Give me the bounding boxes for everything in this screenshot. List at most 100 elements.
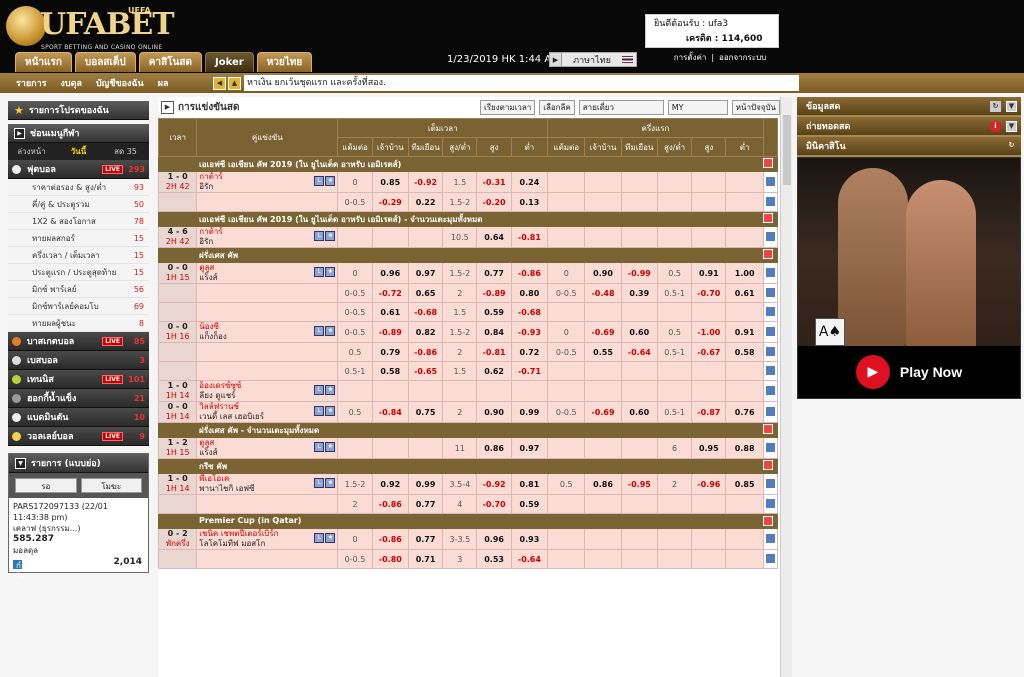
odds-cell[interactable]: -0.86: [407, 342, 444, 362]
nav-tab[interactable]: Joker: [205, 52, 254, 72]
odds-cell[interactable]: -0.96: [691, 473, 727, 495]
odds-cell[interactable]: 0.24: [510, 171, 549, 193]
odds-cell[interactable]: 0.82: [407, 321, 444, 343]
favorite-star-icon[interactable]: ★: [325, 442, 336, 452]
odds-cell[interactable]: -0.84: [371, 401, 409, 423]
sport-item[interactable]: แบดมินตัน 10: [8, 408, 149, 427]
favorite-star-icon[interactable]: ★: [325, 533, 336, 543]
chevron-down-icon[interactable]: ▼: [1006, 101, 1017, 112]
odds-cell[interactable]: 0.93: [510, 528, 549, 550]
chart-icon[interactable]: [765, 176, 775, 186]
sport-sub-item[interactable]: ราคาต่อรอง & สูง/ต่ำ 93: [8, 179, 149, 196]
tab-live[interactable]: สด 35: [102, 143, 149, 160]
odds-cell[interactable]: 0.75: [407, 401, 444, 423]
odds-cell[interactable]: 0.79: [371, 342, 409, 362]
odds-cell[interactable]: 0.60: [620, 321, 658, 343]
sports-menu-header[interactable]: ▶ ช่อนเมนูกีฬา: [8, 124, 149, 143]
chart-icon[interactable]: [765, 306, 775, 316]
odds-cell[interactable]: 0.65: [407, 283, 444, 303]
odds-cell[interactable]: -0.81: [510, 226, 549, 248]
odds-cell[interactable]: 0.71: [407, 549, 444, 569]
current-page-button[interactable]: หน้าปัจจุบัน: [731, 100, 780, 115]
odds-cell[interactable]: 0.62: [476, 361, 512, 381]
odds-cell[interactable]: 0.81: [510, 473, 549, 495]
league-row[interactable]: กรีซ คัพ: [158, 458, 778, 474]
nav-tab[interactable]: หวยไทย: [256, 52, 313, 72]
favorite-star-icon[interactable]: ★: [325, 478, 336, 488]
odds-cell[interactable]: -0.69: [584, 321, 622, 343]
odds-cell[interactable]: 0.59: [476, 302, 512, 322]
odds-cell[interactable]: -0.67: [691, 342, 727, 362]
refresh-icon[interactable]: ↻: [990, 101, 1001, 112]
odds-cell[interactable]: -0.80: [371, 549, 409, 569]
odds-cell[interactable]: -0.70: [691, 283, 727, 303]
league-row[interactable]: ฝรั่งเศส คัพ - จำนวนเตะมุมทั้งหมด: [158, 422, 778, 438]
tab-today[interactable]: วันนี้: [55, 143, 102, 160]
odds-cell[interactable]: 0.86: [584, 473, 622, 495]
info-icon[interactable]: i: [990, 121, 1001, 132]
league-row[interactable]: ฝรั่งเศส คัพ: [158, 247, 778, 263]
sport-item[interactable]: ฮอกกี้น้ำแข็ง 21: [8, 389, 149, 408]
chart-icon[interactable]: [765, 231, 775, 241]
chart-icon[interactable]: [765, 442, 775, 452]
odds-cell[interactable]: 0.13: [510, 192, 549, 212]
chart-icon[interactable]: [765, 326, 775, 336]
sort-button[interactable]: เรียงตามเวลา: [480, 100, 536, 115]
odds-cell[interactable]: 0.99: [407, 473, 444, 495]
odds-cell[interactable]: 0.53: [476, 549, 512, 569]
league-toggle-icon[interactable]: [763, 516, 773, 526]
odds-cell[interactable]: -0.92: [476, 473, 512, 495]
sport-sub-item[interactable]: ทายผลสกอร์ 15: [8, 230, 149, 247]
odds-cell[interactable]: 0.39: [620, 283, 658, 303]
favorites-header[interactable]: ★ รายการโปรดของฉัน: [8, 101, 149, 120]
scrollbar-thumb[interactable]: [783, 115, 791, 185]
odds-cell[interactable]: -0.64: [620, 342, 658, 362]
favorite-star-icon[interactable]: ★: [325, 231, 336, 241]
subnav-item[interactable]: งบดุล: [61, 76, 82, 90]
sport-item[interactable]: เบสบอล 3: [8, 351, 149, 370]
chart-icon[interactable]: [765, 365, 775, 375]
odds-cell[interactable]: -0.65: [407, 361, 444, 381]
stats-icon[interactable]: L: [314, 176, 325, 186]
chevron-down-icon[interactable]: ▼: [1006, 121, 1017, 132]
odds-cell[interactable]: 0.76: [725, 401, 764, 423]
odds-cell[interactable]: -0.86: [371, 528, 409, 550]
odds-cell[interactable]: 0.58: [725, 342, 764, 362]
mini-casino-header[interactable]: มินิคาสิโน ↻: [797, 137, 1021, 157]
odds-cell[interactable]: 0.90: [476, 401, 512, 423]
stats-icon[interactable]: L: [314, 385, 325, 395]
odds-cell[interactable]: -0.68: [510, 302, 549, 322]
chart-icon[interactable]: [765, 533, 775, 543]
chart-icon[interactable]: [765, 287, 775, 297]
stats-icon[interactable]: L: [314, 478, 325, 488]
odds-cell[interactable]: 0.22: [407, 192, 444, 212]
odds-cell[interactable]: 0.99: [510, 401, 549, 423]
chart-icon[interactable]: [765, 196, 775, 206]
ufabet-logo[interactable]: UFABET UEFA SPORT BETTING AND CASINO ONL…: [6, 6, 175, 51]
odds-cell[interactable]: 0.60: [620, 401, 658, 423]
stats-icon[interactable]: L: [314, 406, 325, 416]
odds-cell[interactable]: 0.72: [510, 342, 549, 362]
league-row[interactable]: เอเอฟซี เอเชียน คัพ 2019 (ใน ยูไนเต็ด อา…: [158, 156, 778, 172]
refresh-icon[interactable]: ↻: [1006, 141, 1017, 152]
odds-cell[interactable]: 0.96: [371, 262, 409, 284]
league-select-button[interactable]: เลือกลีค: [539, 100, 575, 115]
odds-cell[interactable]: 0.85: [371, 171, 409, 193]
odds-cell[interactable]: -0.68: [407, 302, 444, 322]
stats-icon[interactable]: L: [314, 267, 325, 277]
stats-icon[interactable]: L: [314, 533, 325, 543]
live-stream-header[interactable]: ถ่ายทอดสด i ▼: [797, 117, 1021, 137]
league-row[interactable]: Premier Cup (in Qatar): [158, 513, 778, 529]
favorite-star-icon[interactable]: ★: [325, 326, 336, 336]
odds-cell[interactable]: 0.77: [407, 494, 444, 514]
stats-icon[interactable]: L: [314, 442, 325, 452]
odds-cell[interactable]: -1.00: [691, 321, 727, 343]
odds-cell[interactable]: 0.97: [407, 262, 444, 284]
odds-cell[interactable]: -0.31: [476, 171, 512, 193]
nav-tab[interactable]: หน้าแรก: [15, 52, 72, 72]
sport-sub-item[interactable]: 1X2 & สองโอกาส 78: [8, 213, 149, 230]
nav-tab[interactable]: บอลสเต็ป: [74, 52, 136, 72]
odds-view-select[interactable]: สายเดี่ยว: [578, 100, 664, 115]
odds-cell[interactable]: -0.86: [371, 494, 409, 514]
odds-cell[interactable]: 0.88: [725, 437, 764, 459]
